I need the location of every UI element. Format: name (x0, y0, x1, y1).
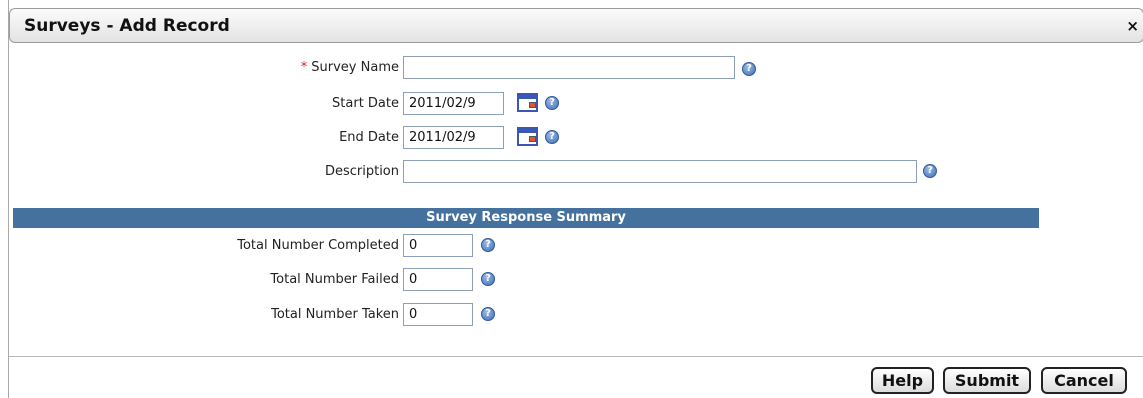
submit-button[interactable]: Submit (943, 367, 1031, 394)
footer-divider (9, 356, 1143, 357)
dialog-title: Surveys - Add Record (24, 16, 230, 36)
help-icon[interactable]: ? (923, 164, 937, 178)
survey-name-input[interactable] (403, 56, 735, 79)
help-icon[interactable]: ? (481, 272, 495, 286)
help-icon[interactable]: ? (481, 307, 495, 321)
close-icon[interactable]: × (1126, 17, 1139, 35)
total-failed-label: Total Number Failed (270, 272, 399, 287)
total-taken-label: Total Number Taken (271, 307, 399, 322)
calendar-icon[interactable] (517, 93, 538, 112)
description-input[interactable] (403, 160, 917, 183)
help-icon[interactable]: ? (742, 62, 756, 76)
help-icon[interactable]: ? (481, 238, 495, 252)
end-date-label: End Date (339, 130, 399, 145)
help-icon[interactable]: ? (545, 130, 559, 144)
end-date-input[interactable] (403, 126, 504, 149)
help-button[interactable]: Help (871, 367, 934, 394)
survey-name-label: * Survey Name (209, 60, 399, 75)
start-date-input[interactable] (403, 92, 504, 115)
start-date-label: Start Date (332, 96, 399, 111)
total-taken-input[interactable] (403, 303, 473, 326)
cancel-button[interactable]: Cancel (1041, 367, 1127, 394)
add-record-dialog: Surveys - Add Record × * Survey Name ? St… (8, 0, 1143, 398)
description-label: Description (324, 164, 399, 179)
section-header: Survey Response Summary (13, 208, 1039, 228)
total-failed-input[interactable] (403, 268, 473, 291)
survey-name-label-text: Survey Name (311, 60, 399, 75)
dialog-titlebar: Surveys - Add Record × (9, 8, 1143, 43)
required-marker: * (300, 60, 308, 75)
help-icon[interactable]: ? (545, 96, 559, 110)
total-completed-input[interactable] (403, 234, 473, 257)
calendar-icon[interactable] (517, 127, 538, 146)
total-completed-label: Total Number Completed (237, 238, 399, 253)
